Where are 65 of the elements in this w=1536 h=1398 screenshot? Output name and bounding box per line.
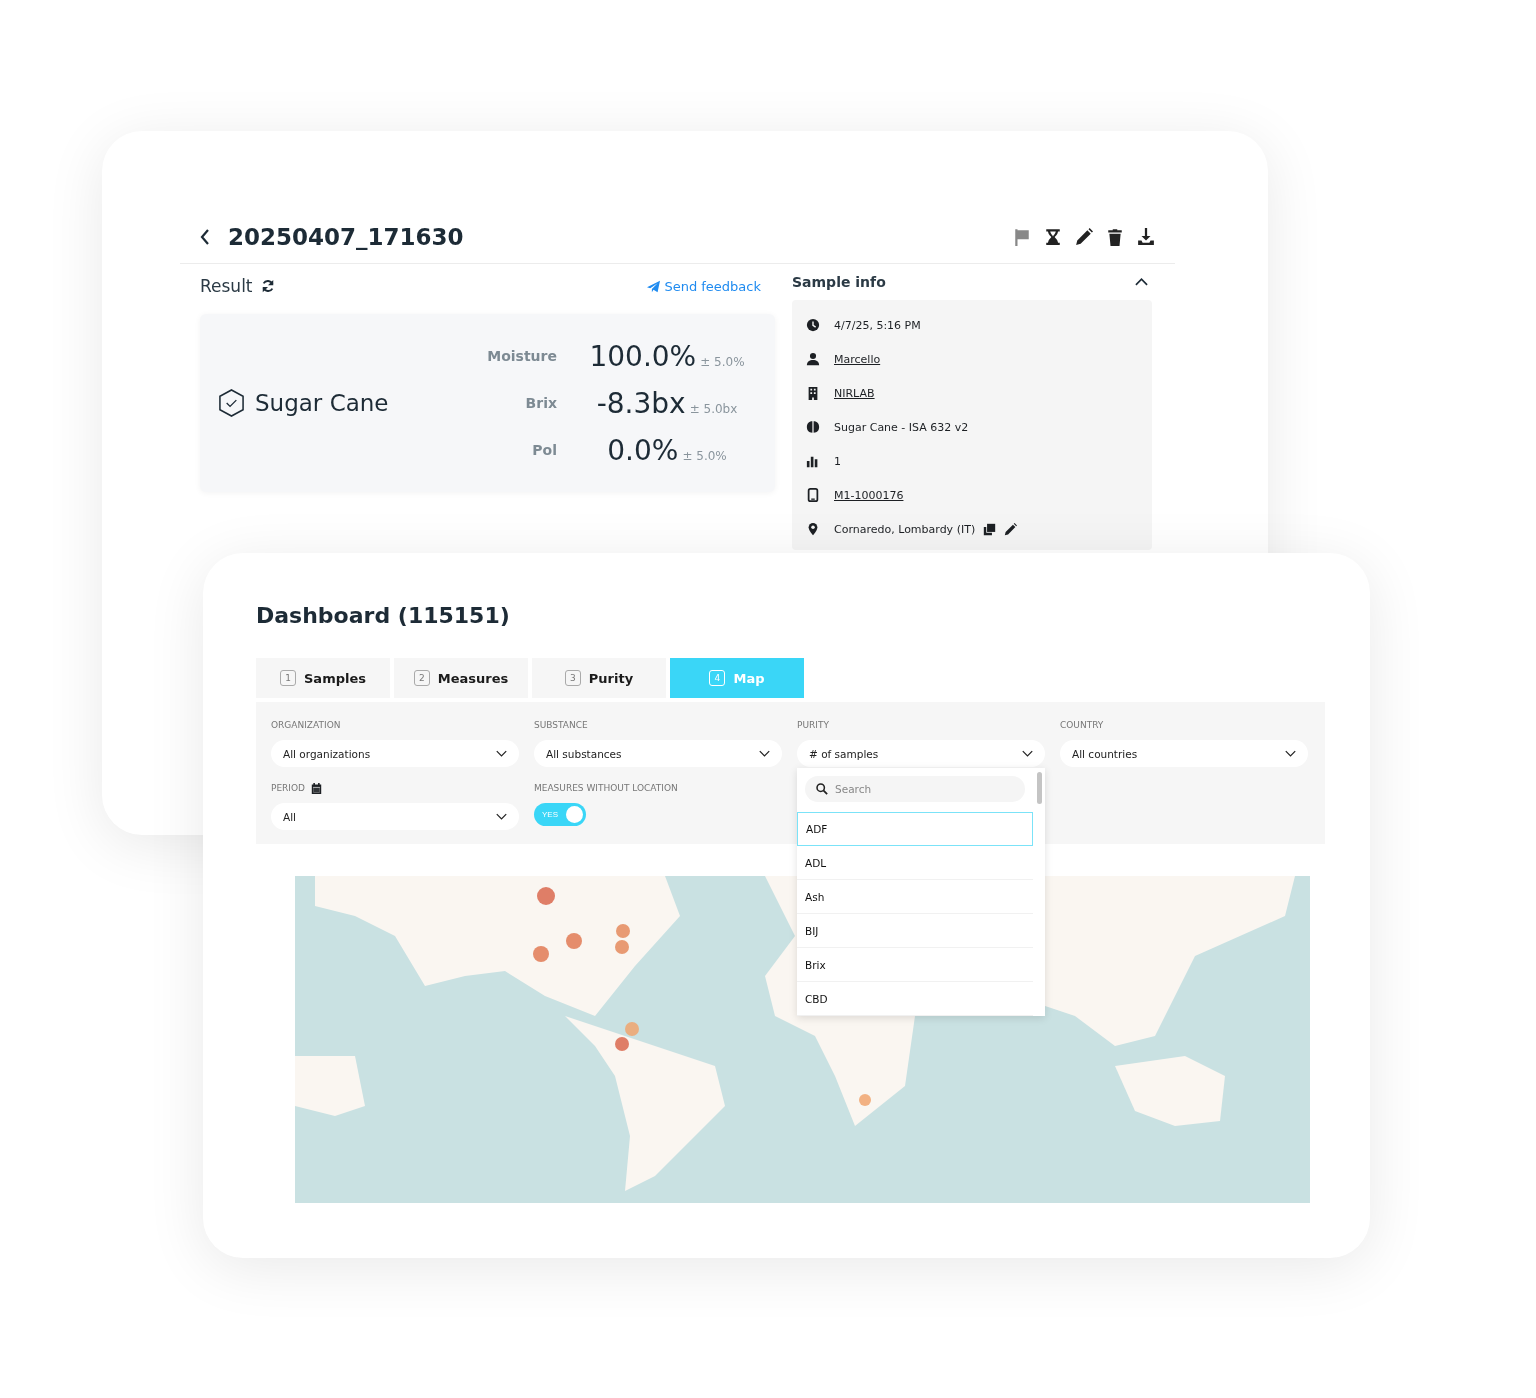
dropdown-option[interactable]: ADL <box>797 846 1033 880</box>
dropdown-select[interactable]: # of samples <box>797 740 1045 767</box>
pencil-icon[interactable] <box>1004 522 1018 536</box>
refresh-icon[interactable] <box>260 279 275 293</box>
measure-value: -8.3bx <box>596 386 686 420</box>
chevron-down-icon[interactable] <box>1285 750 1296 757</box>
info-link[interactable]: Marcello <box>834 352 881 366</box>
trash-icon[interactable] <box>1106 228 1124 246</box>
filter-label: MEASURES WITHOUT LOCATION <box>534 783 678 793</box>
phone-icon <box>806 488 820 502</box>
building-icon <box>806 386 820 400</box>
hourglass-icon[interactable] <box>1044 228 1062 246</box>
download-icon[interactable] <box>1137 228 1155 246</box>
measure-name: Pol <box>531 442 557 458</box>
send-feedback-link[interactable]: Send feedback <box>647 278 761 294</box>
bar-chart-icon <box>806 454 820 468</box>
dropdown-select[interactable]: All <box>271 803 519 830</box>
location-pin-icon <box>806 522 820 536</box>
measure-tolerance: ± 5.0% <box>700 354 745 369</box>
info-text: Sugar Cane - ISA 632 v2 <box>834 420 969 434</box>
dropdown-select[interactable]: All countries <box>1060 740 1308 767</box>
info-text: 4/7/25, 5:16 PM <box>834 318 921 332</box>
send-icon[interactable] <box>647 279 661 293</box>
dropdown-select[interactable]: All organizations <box>271 740 519 767</box>
info-link[interactable]: M1-1000176 <box>834 488 904 502</box>
collapse-chevron-icon[interactable] <box>1135 278 1148 286</box>
dropdown-option[interactable]: ADF <box>797 812 1033 846</box>
substance-name: Sugar Cane <box>255 390 389 416</box>
measure-value: 0.0% <box>607 433 679 467</box>
measure-tolerance: ± 5.0% <box>682 448 727 463</box>
measure-tolerance: ± 5.0bx <box>689 401 738 416</box>
dropdown-select[interactable]: All substances <box>534 740 782 767</box>
back-icon[interactable] <box>200 229 210 245</box>
filter-label: PERIOD <box>271 783 306 793</box>
scrollbar-thumb[interactable] <box>1037 772 1042 804</box>
measure-name: Moisture <box>487 348 557 364</box>
chevron-down-icon[interactable] <box>496 750 507 757</box>
sample-info-title: Sample info <box>792 274 886 290</box>
measure-name: Brix <box>524 395 557 411</box>
info-text: 1 <box>834 454 841 468</box>
tab[interactable]: 3 Purity <box>532 658 666 698</box>
search-field[interactable]: Search <box>805 776 1025 802</box>
measure-value: 100.0% <box>589 339 697 373</box>
tab[interactable]: 1 Samples <box>256 658 390 698</box>
calendar-icon[interactable] <box>311 782 323 794</box>
chevron-down-icon[interactable] <box>1022 750 1033 757</box>
info-text: Cornaredo, Lombardy (IT) <box>834 522 976 536</box>
search-icon <box>816 783 828 795</box>
copy-icon[interactable] <box>983 522 997 536</box>
filter-label: PURITY <box>797 720 829 730</box>
info-link[interactable]: NIRLAB <box>834 386 875 400</box>
brain-icon <box>806 420 820 434</box>
sample-title: 20250407_171630 <box>228 224 464 250</box>
filter-label: COUNTRY <box>1060 720 1104 730</box>
pencil-icon[interactable] <box>1075 228 1093 246</box>
check-hexagon-icon <box>218 388 245 418</box>
chevron-down-icon[interactable] <box>759 750 770 757</box>
chevron-down-icon[interactable] <box>496 813 507 820</box>
result-label: Result <box>200 276 253 296</box>
tab[interactable]: 2 Measures <box>394 658 528 698</box>
clock-icon <box>806 318 820 332</box>
person-icon <box>806 352 820 366</box>
filter-label: SUBSTANCE <box>534 720 588 730</box>
filter-label: ORGANIZATION <box>271 720 341 730</box>
dashboard-title: Dashboard (115151) <box>256 603 511 628</box>
